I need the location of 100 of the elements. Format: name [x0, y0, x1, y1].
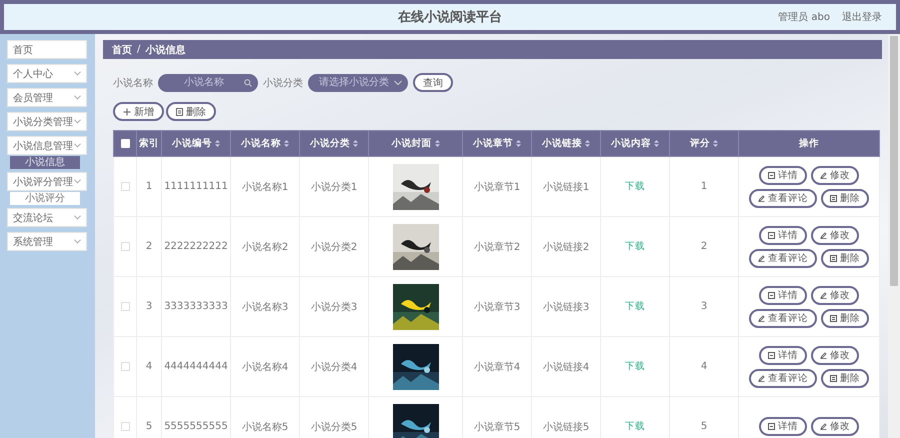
table-cell: 小说名称3 — [242, 302, 288, 312]
detail-button[interactable]: 详情 — [759, 346, 807, 364]
table-cell: 小说章节5 — [474, 422, 520, 432]
menu-item[interactable]: 小说评分管理 — [7, 172, 87, 191]
pencil-icon — [820, 352, 827, 358]
menu-item[interactable]: 小说信息管理 — [7, 136, 87, 155]
column-header[interactable]: 小说编号 — [162, 130, 230, 156]
menu-item[interactable]: 小说分类管理 — [7, 112, 87, 131]
table-cell: 小说链接5 — [542, 422, 590, 432]
table-cell: 5 — [700, 421, 708, 432]
delete-button[interactable]: 删除 — [821, 308, 869, 328]
pencil-icon — [820, 232, 827, 238]
table-cell: 小说链接1 — [542, 182, 590, 192]
table-cell: 3 — [146, 301, 152, 312]
pencil-icon — [758, 314, 765, 322]
column-header: 索引 — [136, 130, 162, 156]
table-cell: 小说分类2 — [310, 242, 358, 252]
table-cell: 5 — [146, 421, 152, 432]
column-header[interactable]: 评分 — [670, 130, 738, 156]
edit-button[interactable]: 修改 — [811, 286, 859, 304]
pencil-icon — [758, 374, 765, 382]
edit-button[interactable]: 查看评论 — [749, 188, 817, 208]
logout-link[interactable]: 退出登录 — [842, 10, 882, 24]
table-cell: 小说分类3 — [310, 302, 358, 312]
table-cell: 2 — [700, 241, 708, 252]
site-title: 在线小说阅读平台 — [398, 9, 502, 26]
table-cell: 小说分类5 — [310, 422, 358, 432]
edit-button[interactable]: 查看评论 — [749, 368, 817, 388]
column-header[interactable]: 小说链接 — [532, 130, 600, 156]
table-cell: 4 — [700, 361, 708, 372]
menu-item[interactable]: 首页 — [7, 40, 87, 59]
breadcrumb-separator: / — [137, 44, 140, 55]
edit-button[interactable]: 修改 — [811, 166, 859, 184]
breadcrumb-item[interactable]: 小说信息 — [145, 42, 186, 56]
document-icon — [768, 232, 775, 238]
column-header[interactable]: 小说分类 — [300, 130, 368, 156]
breadcrumb-item[interactable]: 首页 — [112, 42, 132, 56]
row-checkbox[interactable] — [120, 182, 130, 191]
delete-button[interactable]: 删除 — [821, 248, 869, 268]
table-cell: 4444444444 — [164, 361, 228, 372]
edit-button[interactable]: 修改 — [811, 417, 859, 436]
field-label: 小说分类 — [263, 76, 303, 90]
search-icon — [244, 78, 252, 86]
detail-button[interactable]: 详情 — [759, 286, 807, 304]
submenu-item[interactable]: 小说评分 — [10, 192, 80, 205]
document-icon — [768, 423, 775, 430]
table-cell: 1111111111 — [164, 181, 228, 192]
pencil-icon — [820, 172, 827, 178]
delete-button[interactable]: 删除 — [821, 188, 869, 208]
table-cell: 小说分类1 — [310, 182, 358, 192]
table-cell: 3 — [700, 301, 708, 312]
table-cell: 1 — [146, 181, 152, 192]
table-cell: 小说链接2 — [542, 242, 590, 252]
table-cell: 小说名称4 — [242, 362, 288, 372]
row-checkbox[interactable] — [120, 362, 130, 371]
detail-button[interactable]: 详情 — [759, 166, 807, 184]
delete-button[interactable]: 删除 — [166, 102, 216, 121]
document-icon — [768, 292, 775, 298]
edit-button[interactable]: 修改 — [811, 226, 859, 244]
document-icon — [768, 352, 775, 358]
query-button[interactable]: 查询 — [413, 73, 453, 92]
table-cell: 2 — [146, 241, 152, 252]
search-field[interactable]: 小说名称 — [158, 74, 258, 92]
edit-button[interactable]: 修改 — [811, 346, 859, 364]
add-button[interactable]: 新增 — [113, 102, 164, 121]
menu-item[interactable]: 会员管理 — [7, 88, 87, 107]
menu-item[interactable]: 系统管理 — [7, 232, 87, 251]
table-cell: 3333333333 — [164, 301, 228, 312]
pencil-icon — [820, 423, 827, 430]
delete-button[interactable]: 删除 — [821, 368, 869, 388]
scrollbar[interactable] — [888, 34, 900, 438]
menu-item[interactable]: 交流论坛 — [7, 208, 87, 227]
submenu-item[interactable]: 小说信息 — [10, 156, 80, 169]
category-select[interactable]: 请选择小说分类 — [308, 74, 408, 92]
table-cell: 小说名称2 — [242, 242, 288, 252]
table-cell: 小说章节2 — [474, 242, 520, 252]
edit-button[interactable]: 查看评论 — [749, 308, 817, 328]
table-cell: 5555555555 — [164, 421, 228, 432]
pencil-icon — [758, 254, 765, 262]
detail-button[interactable]: 详情 — [759, 226, 807, 244]
detail-button[interactable]: 详情 — [759, 417, 807, 436]
select-all-checkbox[interactable] — [120, 138, 130, 148]
column-header: 操作 — [738, 130, 880, 156]
table-cell: 小说链接3 — [542, 302, 590, 312]
column-header[interactable]: 小说章节 — [462, 130, 532, 156]
column-header[interactable]: 小说内容 — [600, 130, 670, 156]
row-checkbox[interactable] — [120, 422, 130, 431]
table-cell: 小说链接4 — [542, 362, 590, 372]
table-cell: 小说名称5 — [242, 422, 288, 432]
column-header[interactable]: 小说封面 — [368, 130, 462, 156]
pencil-icon — [758, 194, 765, 202]
table-cell: 小说章节1 — [474, 182, 520, 192]
table-cell: 小说名称1 — [242, 182, 288, 192]
row-checkbox[interactable] — [120, 302, 130, 311]
column-header[interactable]: 小说名称 — [230, 130, 300, 156]
table-cell: 4 — [146, 361, 152, 372]
row-checkbox[interactable] — [120, 242, 130, 251]
menu-item[interactable]: 个人中心 — [7, 64, 87, 83]
admin-user: 管理员 abo — [778, 11, 830, 24]
edit-button[interactable]: 查看评论 — [749, 248, 817, 268]
